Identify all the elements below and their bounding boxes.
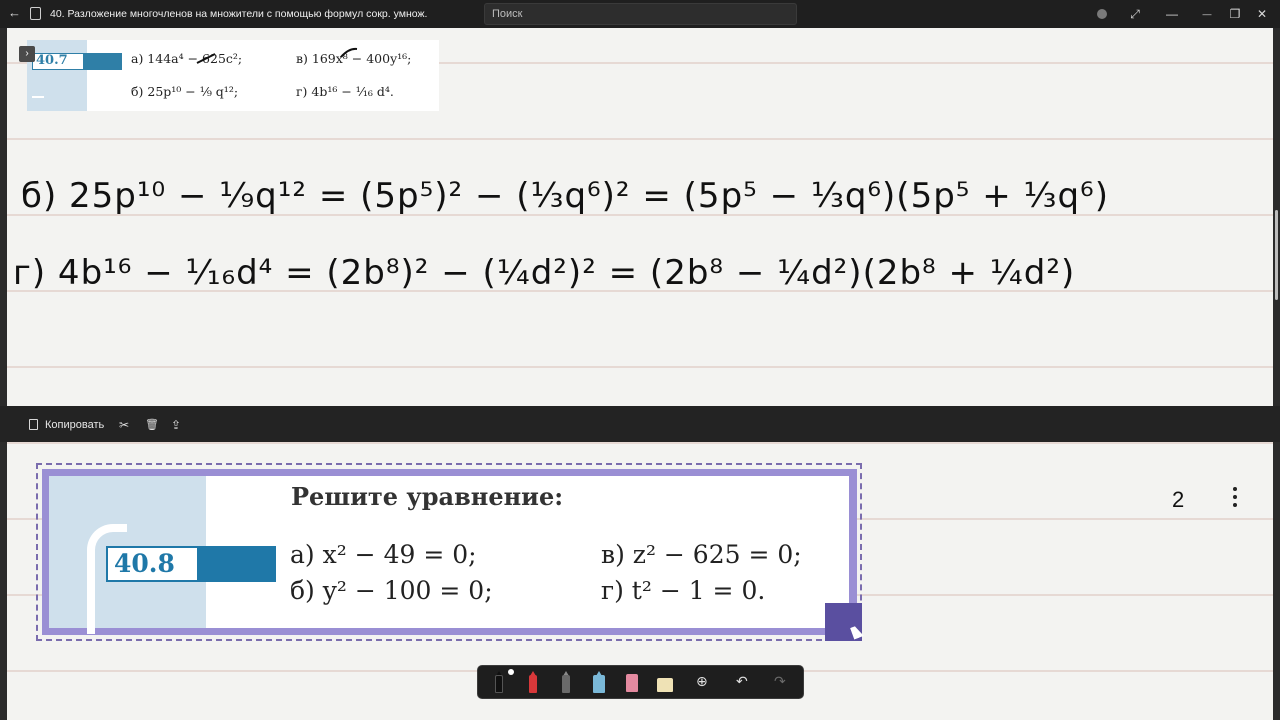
window-title: 40. Разложение многочленов на множители … [50,8,428,20]
highlighter-tool[interactable] [588,671,610,695]
tape-tool[interactable] [654,671,676,695]
copy-button[interactable]: Копировать [45,419,104,431]
exercise-number-bar: 40.7 [32,53,122,70]
exercise-number: 40.7 [32,53,84,70]
back-arrow-icon[interactable]: ← [8,6,22,20]
undo-icon[interactable]: ↶ [736,673,748,690]
equation-b: б) y² − 100 = 0; [290,576,493,605]
page-rule [7,442,1273,444]
equation-g: г) t² − 1 = 0. [601,576,766,605]
more-options-icon[interactable] [1228,484,1242,514]
pencil-tool[interactable] [555,671,577,695]
red-marker-tool[interactable] [522,671,544,695]
share-icon[interactable]: ⇪ [171,418,181,432]
textbook-content: 40.8 Решите уравнение: а) x² − 49 = 0; б… [49,476,849,634]
problem-b: б) 25p¹⁰ − ¹⁄₉ q¹²; [131,84,239,99]
search-placeholder: Поиск [492,8,523,20]
maximize-icon[interactable]: ❐ [1226,5,1244,23]
page-number: 2 [1172,487,1185,512]
notebook-page-1[interactable]: 40.7 а) 144a⁴ − 625c²; в) 169x⁸ − 400y¹⁶… [7,28,1273,406]
page-rule [7,366,1273,368]
title-bar: ← 40. Разложение многочленов на множител… [0,0,1280,28]
restore-icon[interactable]: — [1198,5,1216,23]
eraser-tool[interactable] [621,671,643,695]
equation-v: в) z² − 625 = 0; [601,540,802,569]
cut-icon[interactable]: ✂ [119,418,129,432]
handwritten-line-b: б) 25p¹⁰ − ¹⁄₉q¹² = (5p⁵)² − (⅓q⁶)² = (5… [21,176,1109,216]
fullscreen-icon[interactable]: ⤢ [1126,5,1144,23]
page-rule [7,138,1273,140]
redo-icon[interactable]: ↷ [774,673,786,690]
search-box[interactable]: Поиск [484,3,797,25]
avatar-icon[interactable] [1093,5,1111,23]
task-title: Решите уравнение: [291,482,564,511]
textbook-image-40-7[interactable]: 40.7 а) 144a⁴ − 625c²; в) 169x⁸ − 400y¹⁶… [27,40,439,111]
problem-a: а) 144a⁴ − 625c²; [131,51,243,66]
minimize-icon[interactable]: — [1163,5,1181,23]
strike-mark [196,53,216,64]
black-pen-tool[interactable] [488,669,514,695]
expand-icon[interactable]: › [19,46,35,62]
delete-icon[interactable]: 🗑 [145,418,159,431]
textbook-margin [27,40,87,111]
exercise-number: 40.8 [106,546,199,582]
page-separator [0,406,1280,442]
pen-toolbar: ⊕ ↶ ↷ [477,665,804,699]
textbook-image-40-8[interactable]: 40.8 Решите уравнение: а) x² − 49 = 0; б… [42,469,857,635]
active-indicator [508,669,514,675]
handwritten-line-g: г) 4b¹⁶ − ¹⁄₁₆d⁴ = (2b⁸)² − (¼d²)² = (2b… [13,253,1076,293]
scrollbar[interactable] [1275,210,1278,300]
add-icon[interactable]: ⊕ [696,673,708,690]
notebook-icon [30,7,41,20]
strike-mark [340,47,358,58]
margin-mark [32,96,44,98]
exercise-number-bar: 40.8 [106,546,276,582]
close-icon[interactable]: ✕ [1253,5,1271,23]
problem-g: г) 4b¹⁶ − ¹⁄₁₆ d⁴. [296,84,394,99]
equation-a: а) x² − 49 = 0; [290,540,477,569]
copy-icon[interactable] [29,419,38,430]
